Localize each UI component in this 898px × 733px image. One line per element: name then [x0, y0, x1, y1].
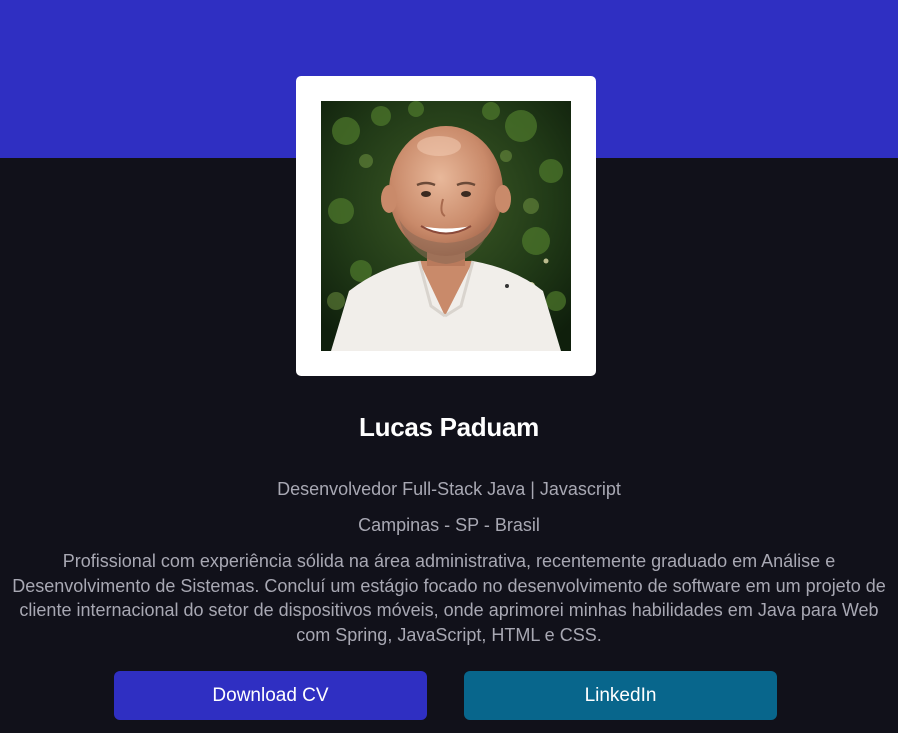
- profile-name: Lucas Paduam: [359, 412, 539, 442]
- profile-page: Lucas Paduam Desenvolvedor Full-Stack Ja…: [0, 0, 898, 733]
- profile-bio: Profissional com experiência sólida na á…: [12, 551, 886, 645]
- profile-role: Desenvolvedor Full-Stack Java | Javascri…: [277, 479, 621, 499]
- download-cv-button[interactable]: Download CV: [114, 671, 427, 720]
- profile-photo-frame: [296, 76, 596, 376]
- profile-location: Campinas - SP - Brasil: [358, 515, 540, 535]
- profile-photo: [321, 101, 571, 351]
- linkedin-button[interactable]: LinkedIn: [464, 671, 777, 720]
